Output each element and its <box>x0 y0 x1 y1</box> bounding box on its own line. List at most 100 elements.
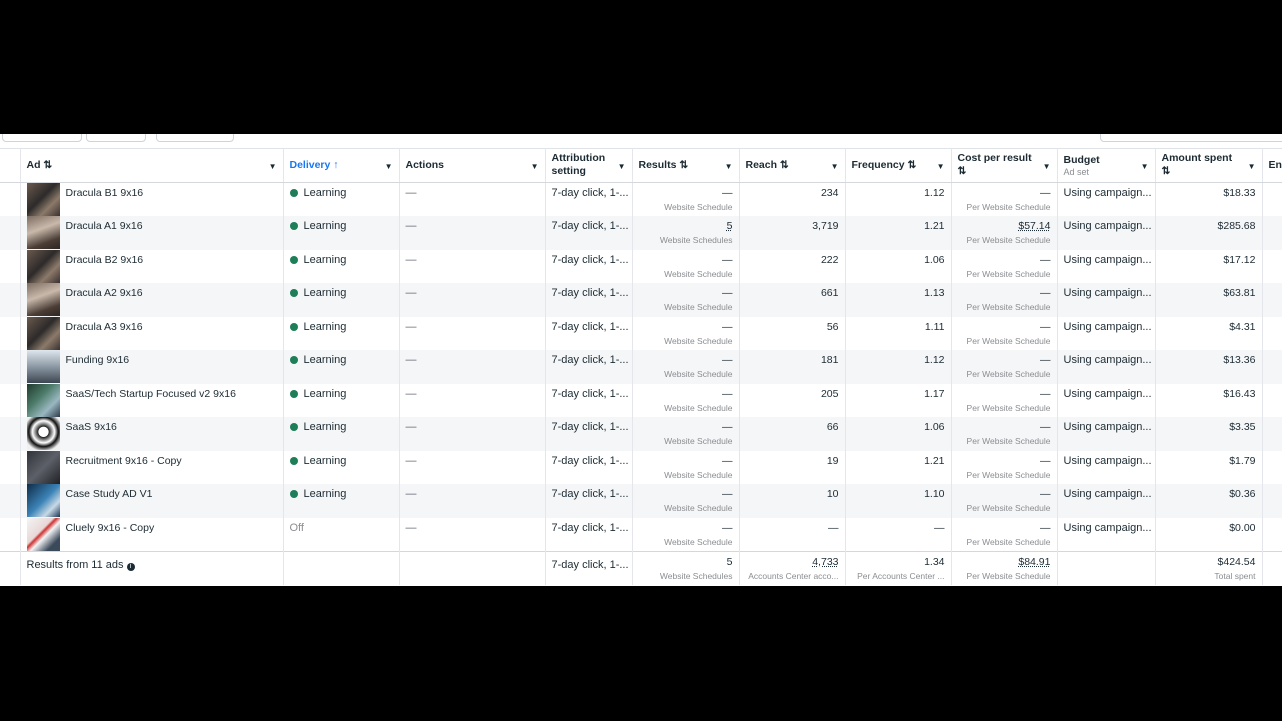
ad-cell[interactable]: Dracula B2 9x16 <box>20 249 284 283</box>
delivery-cell: Learning <box>283 216 400 250</box>
table-row[interactable]: Case Study AD V1 Learning — 7-day click,… <box>0 484 1282 518</box>
toolbar-button[interactable] <box>86 134 146 142</box>
row-selector[interactable] <box>0 182 21 216</box>
table-row[interactable]: Recruitment 9x16 - Copy Learning — 7-day… <box>0 450 1282 484</box>
ad-name[interactable]: Dracula B2 9x16 <box>66 254 144 266</box>
row-selector[interactable] <box>0 316 21 350</box>
table-row[interactable]: Dracula B2 9x16 Learning — 7-day click, … <box>0 249 1282 283</box>
status-dot-icon <box>289 189 298 197</box>
column-header-delivery[interactable]: Delivery ↑ ▼ <box>283 148 400 183</box>
ad-cell[interactable]: Dracula A2 9x16 <box>20 283 284 317</box>
actions-cell: — <box>399 316 546 350</box>
table-row[interactable]: SaaS/Tech Startup Focused v2 9x16 Learni… <box>0 383 1282 417</box>
toolbar-button[interactable] <box>156 134 234 142</box>
caret-down-icon[interactable]: ▼ <box>725 162 733 171</box>
ad-cell[interactable]: Dracula A1 9x16 <box>20 216 284 250</box>
status-dot-icon <box>289 222 298 230</box>
ad-name[interactable]: Dracula A1 9x16 <box>66 220 143 232</box>
table-row[interactable]: Cluely 9x16 - Copy Off — 7-day click, 1-… <box>0 517 1282 551</box>
row-selector[interactable] <box>0 216 21 250</box>
table-row[interactable]: Dracula A1 9x16 Learning — 7-day click, … <box>0 216 1282 250</box>
attribution-cell: 7-day click, 1-... <box>545 316 633 350</box>
ad-cell[interactable]: Cluely 9x16 - Copy <box>20 517 284 551</box>
ad-name[interactable]: Dracula A2 9x16 <box>66 287 143 299</box>
attribution-cell: 7-day click, 1-... <box>545 283 633 317</box>
search-box[interactable] <box>1100 134 1282 142</box>
frequency-cell: 1.12 <box>845 182 952 216</box>
totals-label: Results from 11 ads i <box>20 550 284 585</box>
ad-thumbnail <box>26 484 60 517</box>
reach-cell: 234 <box>739 182 846 216</box>
header-row: Ad ⇅ ▼ Delivery ↑ ▼ Actions ▼ Attribution s… <box>0 148 1282 183</box>
table-row[interactable]: Dracula A3 9x16 Learning — 7-day click, … <box>0 316 1282 350</box>
ad-cell[interactable]: SaaS 9x16 <box>20 417 284 451</box>
column-header-budget[interactable]: Budget Ad set ▼ <box>1057 148 1156 183</box>
budget-cell: Using campaign... <box>1057 350 1156 384</box>
row-selector[interactable] <box>0 450 21 484</box>
reach-cell: 19 <box>739 450 846 484</box>
caret-down-icon[interactable]: ▼ <box>1248 162 1256 171</box>
column-header-actions[interactable]: Actions ▼ <box>399 148 546 183</box>
row-selector[interactable] <box>0 484 21 518</box>
caret-down-icon[interactable]: ▼ <box>937 162 945 171</box>
caret-down-icon[interactable]: ▼ <box>618 162 626 171</box>
ad-name[interactable]: Dracula B1 9x16 <box>66 187 144 199</box>
column-header-attribution[interactable]: Attribution setting ▼ <box>545 148 633 183</box>
table-body: Dracula B1 9x16 Learning — 7-day click, … <box>0 182 1282 551</box>
ad-name[interactable]: SaaS/Tech Startup Focused v2 9x16 <box>66 388 236 400</box>
column-header-reach[interactable]: Reach ⇅ ▼ <box>739 148 846 183</box>
column-header-ad[interactable]: Ad ⇅ ▼ <box>20 148 284 183</box>
row-selector[interactable] <box>0 517 21 551</box>
ad-name[interactable]: Cluely 9x16 - Copy <box>66 522 155 534</box>
reach-cell: 10 <box>739 484 846 518</box>
caret-down-icon[interactable]: ▼ <box>1043 162 1051 171</box>
row-selector[interactable] <box>0 383 21 417</box>
reach-cell: 222 <box>739 249 846 283</box>
budget-cell: Using campaign... <box>1057 283 1156 317</box>
table-row[interactable]: SaaS 9x16 Learning — 7-day click, 1-... … <box>0 417 1282 451</box>
table-row[interactable]: Funding 9x16 Learning — 7-day click, 1-.… <box>0 350 1282 384</box>
toolbar-button[interactable] <box>2 134 82 142</box>
results-cell: — Website Schedule <box>632 383 740 417</box>
row-selector[interactable] <box>0 249 21 283</box>
column-header-results[interactable]: Results ⇅ ▼ <box>632 148 740 183</box>
ad-name[interactable]: Dracula A3 9x16 <box>66 321 143 333</box>
budget-cell: Using campaign... <box>1057 182 1156 216</box>
row-selector[interactable] <box>0 283 21 317</box>
table-row[interactable]: Dracula B1 9x16 Learning — 7-day click, … <box>0 182 1282 216</box>
caret-down-icon[interactable]: ▼ <box>385 162 393 171</box>
caret-down-icon[interactable]: ▼ <box>1141 162 1149 171</box>
column-header-amount-spent[interactable]: Amount spent ⇅ ▼ <box>1155 148 1263 183</box>
results-cell: — Website Schedule <box>632 417 740 451</box>
delivery-cell: Learning <box>283 182 400 216</box>
ad-cell[interactable]: Funding 9x16 <box>20 350 284 384</box>
ad-cell[interactable]: SaaS/Tech Startup Focused v2 9x16 <box>20 383 284 417</box>
caret-down-icon[interactable]: ▼ <box>269 162 277 171</box>
column-header-ends[interactable]: En <box>1262 148 1282 183</box>
ad-name[interactable]: SaaS 9x16 <box>66 421 117 433</box>
column-header-cost-per-result[interactable]: Cost per result ⇅ ▼ <box>951 148 1058 183</box>
amount-cell: $63.81 <box>1155 283 1263 317</box>
status-dot-icon <box>289 322 298 331</box>
row-selector[interactable] <box>0 350 21 384</box>
caret-down-icon[interactable]: ▼ <box>831 162 839 171</box>
actions-cell: — <box>399 182 546 216</box>
ad-cell[interactable]: Case Study AD V1 <box>20 484 284 518</box>
ad-cell[interactable]: Recruitment 9x16 - Copy <box>20 450 284 484</box>
ad-thumbnail <box>26 350 60 383</box>
totals-amount: $424.54 Total spent <box>1155 550 1263 585</box>
budget-cell: Using campaign... <box>1057 216 1156 250</box>
ad-name[interactable]: Recruitment 9x16 - Copy <box>66 455 182 467</box>
row-selector-header[interactable] <box>0 148 21 183</box>
table-row[interactable]: Dracula A2 9x16 Learning — 7-day click, … <box>0 283 1282 317</box>
ad-cell[interactable]: Dracula A3 9x16 <box>20 316 284 350</box>
ad-name[interactable]: Funding 9x16 <box>66 354 130 366</box>
column-header-frequency[interactable]: Frequency ⇅ ▼ <box>845 148 952 183</box>
delivery-cell: Off <box>283 517 400 551</box>
caret-down-icon[interactable]: ▼ <box>531 162 539 171</box>
info-icon[interactable]: i <box>126 562 135 571</box>
row-selector[interactable] <box>0 417 21 451</box>
ad-name[interactable]: Case Study AD V1 <box>66 488 153 500</box>
ad-cell[interactable]: Dracula B1 9x16 <box>20 182 284 216</box>
ad-thumbnail <box>26 383 60 417</box>
